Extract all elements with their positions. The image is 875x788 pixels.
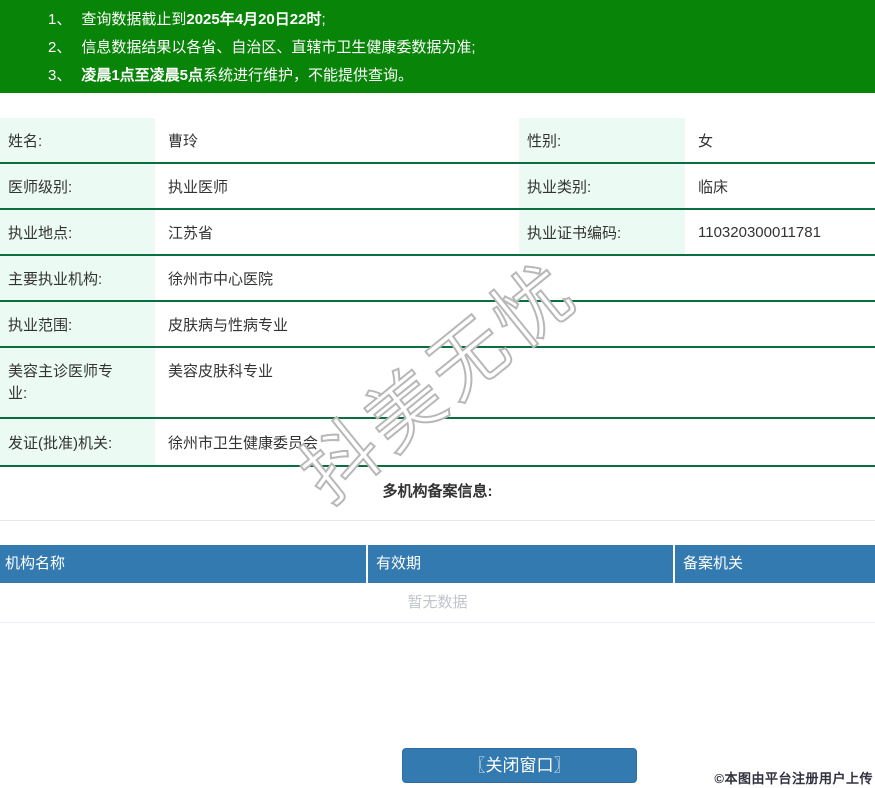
table-row: 姓名: 曹玲 性别: 女 (0, 118, 875, 164)
field-label-gender: 性别: (519, 118, 685, 162)
field-value-doctor-level: 执业医师 (168, 178, 229, 196)
notice-text-bold: 凌晨1点至凌晨5点 (81, 67, 204, 84)
column-header-institution-name: 机构名称 (0, 545, 366, 583)
field-value-issuing-authority: 徐州市卫生健康委员会 (168, 434, 319, 452)
notice-number: 3、 (48, 67, 72, 84)
field-value-practice-category: 临床 (698, 178, 729, 196)
field-value-practice-location: 江苏省 (168, 224, 214, 242)
field-label-practice-scope: 执业范围: (0, 302, 155, 346)
notice-number: 2、 (48, 39, 72, 56)
column-header-validity-period: 有效期 (368, 545, 673, 583)
field-label-practice-category: 执业类别: (519, 164, 685, 208)
record-table-header: 机构名称 有效期 备案机关 (0, 545, 875, 583)
field-label-certificate-number: 执业证书编码: (519, 210, 685, 254)
notice-banner: 1、 查询数据截止到2025年4月20日22时; 2、 信息数据结果以各省、自治区、… (0, 0, 875, 93)
field-label-main-institution: 主要执业机构: (0, 256, 155, 300)
field-value-gender: 女 (698, 132, 714, 150)
field-label-doctor-level: 医师级别: (0, 164, 155, 208)
field-label-cosmetic-specialty: 美容主诊医师专业: (0, 348, 155, 417)
field-label-issuing-authority: 发证(批准)机关: (0, 419, 155, 465)
table-row: 发证(批准)机关: 徐州市卫生健康委员会 (0, 419, 875, 467)
notice-text: 查询数据截止到 (81, 11, 187, 28)
table-row: 医师级别: 执业医师 执业类别: 临床 (0, 164, 875, 210)
empty-data-placeholder: 暂无数据 (0, 583, 875, 623)
notice-text-bold: 2025年4月20日22时 (186, 11, 322, 28)
field-value-certificate-number: 110320300011781 (698, 223, 821, 241)
field-value-main-institution: 徐州市中心医院 (168, 270, 274, 288)
platform-copyright-watermark: ©本图由平台注册用户上传 (714, 771, 873, 786)
notice-text: ; (321, 11, 326, 28)
divider (0, 520, 875, 521)
table-row: 主要执业机构: 徐州市中心医院 (0, 256, 875, 302)
field-value-practice-scope: 皮肤病与性病专业 (168, 316, 289, 334)
table-row: 执业地点: 江苏省 执业证书编码: 110320300011781 (0, 210, 875, 256)
field-value-name: 曹玲 (168, 132, 199, 150)
notice-line-3: 3、 凌晨1点至凌晨5点系统进行维护，不能提供查询。 (48, 62, 865, 90)
field-value-cosmetic-specialty: 美容皮肤科专业 (168, 363, 274, 380)
notice-text: 系统进行维护，不能提供查询。 (203, 67, 414, 84)
table-row: 美容主诊医师专业: 美容皮肤科专业 (0, 348, 875, 419)
field-label-practice-location: 执业地点: (0, 210, 155, 254)
field-label-name: 姓名: (0, 118, 155, 162)
column-header-filing-authority: 备案机关 (675, 545, 875, 583)
notice-text: 信息数据结果以各省、自治区、直辖市卫生健康委数据为准; (81, 39, 476, 56)
section-title-multi-institution: 多机构备案信息: (382, 483, 493, 500)
notice-number: 1、 (48, 11, 72, 28)
practitioner-info-table: 姓名: 曹玲 性别: 女 医师级别: 执业医师 执业类别: 临床 执业地点: 江… (0, 118, 875, 467)
close-window-button[interactable]: 〖关闭窗口〗 (402, 748, 637, 783)
notice-line-1: 1、 查询数据截止到2025年4月20日22时; (48, 6, 865, 34)
notice-line-2: 2、 信息数据结果以各省、自治区、直辖市卫生健康委数据为准; (48, 34, 865, 62)
table-row: 执业范围: 皮肤病与性病专业 (0, 302, 875, 348)
